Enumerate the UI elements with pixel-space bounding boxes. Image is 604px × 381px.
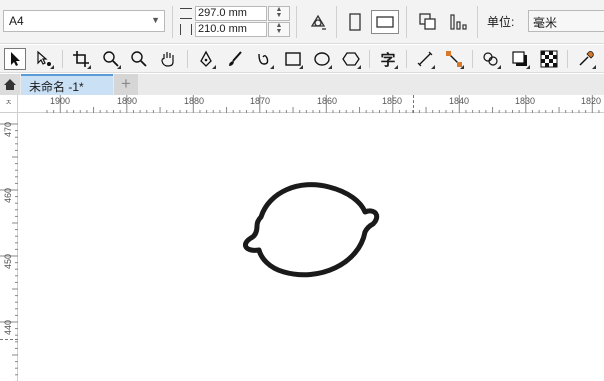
portrait-icon [349, 13, 361, 31]
page-height-field[interactable]: 297.0 mm [195, 6, 267, 21]
zoom-out-tool[interactable] [128, 48, 150, 70]
ellipse-tool[interactable] [311, 48, 333, 70]
ruler-label: 1850 [381, 96, 403, 106]
unit-select[interactable]: 毫米 [528, 10, 604, 32]
divider [369, 50, 370, 68]
connector-tool[interactable] [443, 48, 465, 70]
crop-tool[interactable] [70, 48, 92, 70]
ruler-label: 1860 [316, 96, 338, 106]
ruler-label: 460 [3, 187, 13, 203]
horizontal-ruler[interactable]: 1900 1890 1880 1870 1860 1850 1840 1830 … [18, 95, 604, 113]
page-options-icon [310, 14, 326, 30]
height-spinner[interactable]: ▲ ▼ [268, 6, 290, 21]
divider [187, 50, 188, 68]
ruler-label: 1840 [448, 96, 470, 106]
landscape-button[interactable] [371, 10, 399, 34]
all-pages-button[interactable] [415, 10, 441, 34]
parallel-dimension-tool[interactable] [414, 48, 436, 70]
brush-tool[interactable] [224, 48, 246, 70]
zoom-icon [131, 51, 147, 67]
divider [172, 6, 173, 38]
pick-tool[interactable] [4, 48, 26, 70]
document-tab-title: 未命名 -1* [29, 80, 84, 94]
unit-value: 毫米 [533, 16, 558, 30]
home-icon [4, 79, 16, 90]
eyedropper-tool[interactable] [575, 48, 597, 70]
add-tab-button[interactable]: + [114, 74, 138, 95]
divider [567, 50, 568, 68]
page-size-select[interactable]: A4 ▼ [3, 10, 165, 32]
curve-tool[interactable] [253, 48, 275, 70]
transparency-icon [540, 50, 558, 68]
pan-hand-icon [161, 52, 174, 67]
property-bar: A4 ▼ 297.0 mm ▲ ▼ 210.0 mm ▲ ▼ 单位: 毫米 [0, 0, 604, 44]
width-spinner[interactable]: ▲ ▼ [268, 22, 290, 37]
blend-tool[interactable] [480, 48, 502, 70]
divider [477, 6, 478, 38]
ruler-label: 450 [3, 253, 13, 269]
divider [62, 50, 63, 68]
ruler-label: 1820 [580, 96, 602, 106]
ruler-label: 440 [3, 319, 13, 335]
ruler-label: 1870 [249, 96, 271, 106]
page-height-icon [180, 8, 192, 19]
vertical-ruler-ticks [0, 123, 18, 381]
unit-label: 单位: [487, 15, 515, 29]
divider [296, 6, 297, 38]
pan-tool[interactable] [157, 48, 179, 70]
pointer-icon [11, 52, 20, 66]
text-tool[interactable]: 字 [377, 48, 399, 70]
chevron-down-icon: ▼ [151, 15, 160, 25]
document-tab[interactable]: 未命名 -1* [21, 74, 113, 95]
divider [472, 50, 473, 68]
divider [406, 50, 407, 68]
bar-align-icon [450, 14, 467, 30]
transparency-tool[interactable] [538, 48, 560, 70]
ruler-label: 470 [3, 121, 13, 137]
lemon-shape[interactable] [19, 114, 604, 381]
page-width-icon [180, 24, 192, 35]
cursor-guide-vertical [0, 339, 18, 340]
polygon-tool[interactable] [340, 48, 362, 70]
ruler-label: 1880 [183, 96, 205, 106]
drawing-canvas[interactable] [19, 114, 604, 381]
vertical-ruler[interactable]: 470 460 450 440 [0, 113, 18, 381]
rectangle-tool[interactable] [282, 48, 304, 70]
divider [406, 6, 407, 38]
pen-tool[interactable] [195, 48, 217, 70]
divider [336, 6, 337, 38]
ruler-label: 1900 [49, 96, 71, 106]
toolbox: 字 [0, 45, 604, 73]
ruler-corner[interactable]: ㅈ [0, 95, 18, 113]
ruler-label: 1830 [514, 96, 536, 106]
page-options-button[interactable] [305, 10, 331, 34]
shape-tool[interactable] [33, 48, 55, 70]
page-width-field[interactable]: 210.0 mm [195, 22, 267, 37]
landscape-icon [376, 16, 394, 28]
zoom-tool[interactable] [100, 48, 122, 70]
drop-shadow-tool[interactable] [509, 48, 531, 70]
all-pages-icon [419, 13, 436, 30]
document-tab-bar: 未命名 -1* + [0, 74, 604, 95]
brush-icon [229, 51, 242, 66]
page-size-value: A4 [9, 14, 24, 28]
current-page-button[interactable] [445, 10, 471, 34]
portrait-button[interactable] [344, 10, 366, 34]
ruler-label: 1890 [116, 96, 138, 106]
cursor-guide-horizontal [413, 95, 414, 113]
home-tab[interactable] [0, 74, 20, 95]
